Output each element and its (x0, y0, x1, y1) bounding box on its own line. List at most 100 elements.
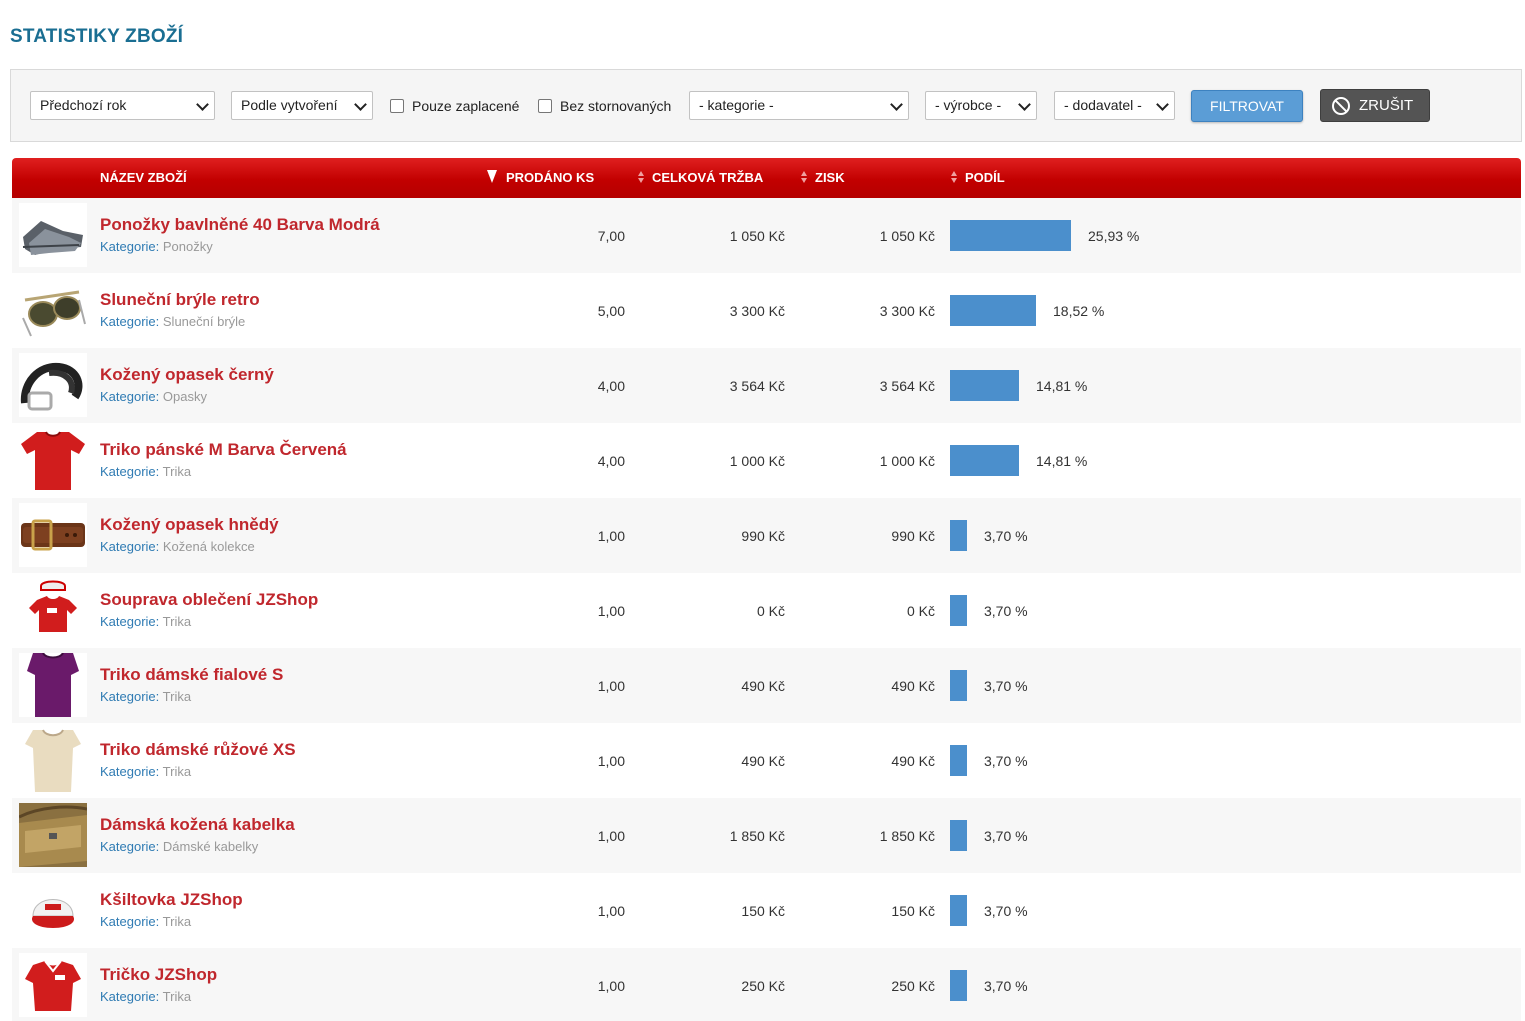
category-value: Trika (162, 764, 192, 779)
chevron-down-icon (890, 98, 903, 111)
product-thumbnail[interactable] (19, 803, 87, 867)
table-row[interactable]: Triko dámské růžové XS Kategorie: Trika 1,… (12, 723, 1521, 798)
profit: 1 050 Kč (879, 228, 935, 244)
category-prefix: Kategorie: (100, 239, 160, 254)
profit: 1 000 Kč (879, 453, 935, 469)
product-thumbnail[interactable] (19, 728, 87, 792)
cancel-button[interactable]: ZRUŠIT (1320, 89, 1430, 122)
total-revenue: 3 564 Kč (729, 378, 785, 394)
total-revenue: 3 300 Kč (729, 303, 785, 319)
table-row[interactable]: Kožený opasek hnědý Kategorie: Kožená kol… (12, 498, 1521, 573)
column-header-name[interactable]: NÁZEV ZBOŽÍ (100, 170, 187, 185)
category-prefix: Kategorie: (100, 989, 160, 1004)
share-bar (950, 820, 967, 851)
sort-icon[interactable] (951, 171, 957, 183)
table-row[interactable]: Kožený opasek černý Kategorie: Opasky 4,00… (12, 348, 1521, 423)
product-thumbnail[interactable] (19, 428, 87, 492)
product-category: Kategorie: Sluneční brýle (100, 314, 245, 329)
product-name-link[interactable]: Ponožky bavlněné 40 Barva Modrá (100, 215, 380, 235)
table-row[interactable]: Dámská kožená kabelka Kategorie: Dámské k… (12, 798, 1521, 873)
sold-quantity: 1,00 (597, 603, 625, 619)
share-percent: 14,81 % (1036, 378, 1088, 394)
profit: 3 300 Kč (879, 303, 935, 319)
no-cancelled-checkbox[interactable] (538, 99, 552, 113)
product-category: Kategorie: Ponožky (100, 239, 213, 254)
total-revenue: 250 Kč (741, 978, 785, 994)
filter-bar: Předchozí rok Podle vytvoření Pouze zapl… (10, 69, 1522, 142)
total-revenue: 990 Kč (741, 528, 785, 544)
sold-quantity: 4,00 (597, 378, 625, 394)
category-value: Sluneční brýle (162, 314, 246, 329)
product-category: Kategorie: Trika (100, 764, 191, 779)
table-row[interactable]: Triko dámské fialové S Kategorie: Trika 1,… (12, 648, 1521, 723)
product-name-link[interactable]: Dámská kožená kabelka (100, 815, 295, 835)
product-name-link[interactable]: Triko dámské fialové S (100, 665, 283, 685)
product-name-link[interactable]: Souprava oblečení JZShop (100, 590, 318, 610)
column-header-revenue[interactable]: CELKOVÁ TRŽBA (652, 170, 763, 185)
table-row[interactable]: Triko pánské M Barva Červená Kategorie: T… (12, 423, 1521, 498)
share-bar (950, 295, 1036, 326)
category-select-value: - kategorie - (699, 97, 774, 113)
category-prefix: Kategorie: (100, 689, 160, 704)
paid-only-label[interactable]: Pouze zaplacené (412, 98, 519, 114)
share-percent: 3,70 % (984, 903, 1028, 919)
product-thumbnail[interactable] (19, 503, 87, 567)
period-select[interactable]: Předchozí rok (30, 91, 215, 120)
product-thumbnail[interactable] (19, 953, 87, 1017)
product-thumbnail[interactable] (19, 578, 87, 642)
share-bar (950, 970, 967, 1001)
filter-button[interactable]: FILTROVAT (1191, 90, 1303, 122)
table-row[interactable]: Kšiltovka JZShop Kategorie: Trika 1,00 150 … (12, 873, 1521, 948)
product-thumbnail[interactable] (19, 878, 87, 942)
sold-quantity: 1,00 (597, 528, 625, 544)
category-prefix: Kategorie: (100, 314, 160, 329)
no-cancelled-label[interactable]: Bez stornovaných (560, 98, 671, 114)
product-name-link[interactable]: Tričko JZShop (100, 965, 217, 985)
product-thumbnail[interactable] (19, 353, 87, 417)
product-thumbnail[interactable] (19, 278, 87, 342)
cancel-button-label: ZRUŠIT (1359, 97, 1414, 114)
supplier-select[interactable]: - dodavatel - (1054, 91, 1175, 120)
sort-icon[interactable] (801, 171, 807, 183)
share-bar (950, 670, 967, 701)
profit: 490 Kč (891, 753, 935, 769)
paid-only-checkbox[interactable] (390, 99, 404, 113)
column-header-profit[interactable]: ZISK (815, 170, 845, 185)
product-category: Kategorie: Kožená kolekce (100, 539, 255, 554)
date-mode-select[interactable]: Podle vytvoření (231, 91, 373, 120)
table-row[interactable]: Ponožky bavlněné 40 Barva Modrá Kategorie… (12, 198, 1521, 273)
total-revenue: 490 Kč (741, 678, 785, 694)
category-prefix: Kategorie: (100, 764, 160, 779)
category-prefix: Kategorie: (100, 839, 160, 854)
sort-desc-icon[interactable] (487, 170, 497, 183)
category-prefix: Kategorie: (100, 389, 160, 404)
table-row[interactable]: Souprava oblečení JZShop Kategorie: Trika… (12, 573, 1521, 648)
profit: 490 Kč (891, 678, 935, 694)
table-row[interactable]: Sluneční brýle retro Kategorie: Sluneční … (12, 273, 1521, 348)
sold-quantity: 1,00 (597, 903, 625, 919)
share-bar (950, 520, 967, 551)
category-select[interactable]: - kategorie - (689, 91, 909, 120)
product-thumbnail[interactable] (19, 203, 87, 267)
product-name-link[interactable]: Kožený opasek černý (100, 365, 274, 385)
column-header-share[interactable]: PODÍL (965, 170, 1005, 185)
product-name-link[interactable]: Triko dámské růžové XS (100, 740, 296, 760)
product-category: Kategorie: Dámské kabelky (100, 839, 258, 854)
product-name-link[interactable]: Triko pánské M Barva Červená (100, 440, 347, 460)
total-revenue: 490 Kč (741, 753, 785, 769)
product-thumbnail[interactable] (19, 653, 87, 717)
column-header-sold[interactable]: PRODÁNO KS (506, 170, 594, 185)
sold-quantity: 7,00 (597, 228, 625, 244)
share-bar (950, 220, 1071, 251)
product-name-link[interactable]: Kožený opasek hnědý (100, 515, 279, 535)
product-category: Kategorie: Trika (100, 464, 191, 479)
manufacturer-select[interactable]: - výrobce - (925, 91, 1037, 120)
product-name-link[interactable]: Sluneční brýle retro (100, 290, 260, 310)
share-bar (950, 370, 1019, 401)
share-percent: 18,52 % (1053, 303, 1105, 319)
product-name-link[interactable]: Kšiltovka JZShop (100, 890, 243, 910)
sort-icon[interactable] (638, 171, 644, 183)
product-table-body: Ponožky bavlněné 40 Barva Modrá Kategorie… (12, 198, 1521, 1021)
category-value: Ponožky (162, 239, 213, 254)
table-row[interactable]: Tričko JZShop Kategorie: Trika 1,00 250 Kč 2… (12, 948, 1521, 1021)
